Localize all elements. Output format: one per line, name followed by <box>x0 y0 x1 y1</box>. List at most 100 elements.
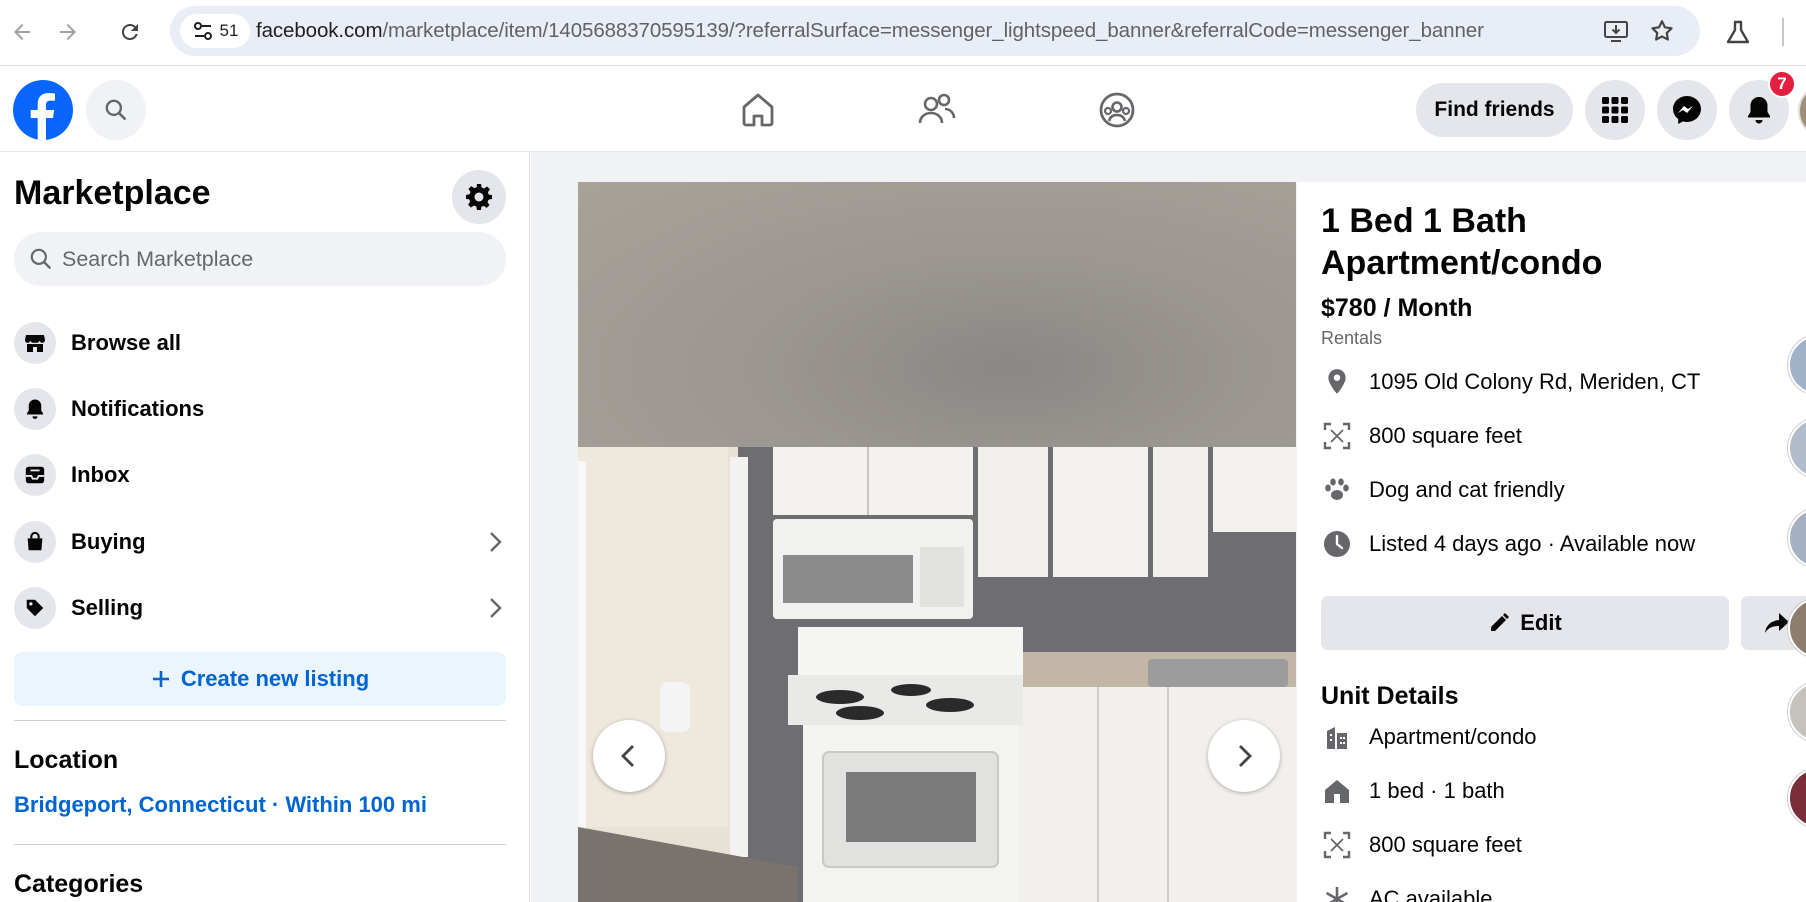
home-tab[interactable] <box>734 86 782 134</box>
listing-fact-row: 1095 Old Colony Rd, Meriden, CT <box>1321 366 1700 398</box>
sidebar-item-label: Inbox <box>71 462 130 487</box>
install-app-icon[interactable] <box>1602 17 1630 45</box>
building-icon <box>1321 721 1353 753</box>
sidebar-item-label: Buying <box>71 529 146 554</box>
labs-flask-icon[interactable] <box>1722 16 1754 48</box>
price-tag-icon <box>14 587 56 629</box>
listing-details-panel: 1 Bed 1 Bath Apartment/condo $780 / Mont… <box>1297 182 1806 902</box>
location-filter-link[interactable]: Bridgeport, Connecticut · Within 100 mi <box>14 792 427 818</box>
unit-detail-row: Apartment/condo <box>1321 721 1537 753</box>
chevron-right-icon <box>1230 742 1258 770</box>
sidebar-item-label: Selling <box>71 595 144 620</box>
bell-icon <box>1745 95 1773 125</box>
listing-fact-row: 800 square feet <box>1321 420 1522 452</box>
area-icon <box>1321 420 1353 452</box>
listing-fact-text: Dog and cat friendly <box>1369 477 1565 502</box>
messenger-icon <box>1671 94 1703 126</box>
blurred-photo-backdrop <box>578 182 1296 447</box>
share-arrow-icon <box>1763 611 1791 635</box>
next-photo-button[interactable] <box>1208 720 1280 792</box>
listing-category[interactable]: Rentals <box>1321 328 1382 349</box>
url-text[interactable]: facebook.com/marketplace/item/1405688370… <box>256 19 1484 43</box>
categories-heading: Categories <box>14 870 144 898</box>
unit-detail-row: 800 square feet <box>1321 829 1522 861</box>
sidebar-item-browse-all[interactable]: Browse all <box>14 315 506 371</box>
listing-fact-row: Listed 4 days ago · Available now <box>1321 528 1695 560</box>
unit-detail-text: 1 bed · 1 bath <box>1369 778 1505 803</box>
forward-icon[interactable] <box>50 14 86 50</box>
edit-label: Edit <box>1520 610 1562 635</box>
reload-icon[interactable] <box>112 14 148 50</box>
profile-avatar[interactable] <box>1798 84 1806 138</box>
previous-photo-button[interactable] <box>593 720 665 792</box>
chevron-left-icon <box>615 742 643 770</box>
facebook-header: Find friends 7 <box>0 66 1806 152</box>
menu-button[interactable] <box>1585 80 1645 140</box>
site-info-chip[interactable]: 51 <box>180 14 250 48</box>
sidebar-title: Marketplace <box>14 174 211 212</box>
address-bar[interactable]: 51 facebook.com/marketplace/item/1405688… <box>170 6 1700 56</box>
unit-details-heading: Unit Details <box>1321 682 1459 710</box>
sidebar-item-label: Browse all <box>71 330 182 355</box>
unit-detail-row: AC available <box>1321 883 1493 902</box>
listing-address[interactable]: 1095 Old Colony Rd, Meriden, CT <box>1369 369 1700 395</box>
marketplace-search[interactable] <box>14 232 506 286</box>
house-icon <box>1321 775 1353 807</box>
listing-fact-text: Listed 4 days ago · Available now <box>1369 531 1696 556</box>
sidebar-item-buying[interactable]: Buying <box>14 514 506 570</box>
sidebar-item-label: Notifications <box>71 396 205 421</box>
sidebar-item-selling[interactable]: Selling <box>14 580 506 636</box>
search-icon <box>103 97 129 123</box>
clock-icon <box>1321 528 1353 560</box>
unit-detail-row: 1 bed · 1 bath <box>1321 775 1505 807</box>
sidebar-item-inbox[interactable]: Inbox <box>14 447 506 503</box>
listing-fact-row: Dog and cat friendly <box>1321 474 1565 506</box>
bell-icon <box>14 388 56 430</box>
listing-fact-text: 800 square feet <box>1369 423 1522 448</box>
storefront-icon <box>14 322 56 364</box>
kitchen-photo <box>578 447 1296 902</box>
notification-count-badge: 7 <box>1768 70 1796 98</box>
messenger-button[interactable] <box>1657 80 1717 140</box>
snowflake-icon <box>1321 883 1353 902</box>
listing-photo-viewer <box>578 182 1296 902</box>
location-heading: Location <box>14 746 119 774</box>
facebook-search-button[interactable] <box>86 80 146 140</box>
create-listing-label: Create new listing <box>180 666 370 691</box>
groups-tab[interactable] <box>1093 86 1141 134</box>
groups-icon <box>1097 90 1137 130</box>
friends-icon <box>917 90 957 130</box>
unit-detail-text: 800 square feet <box>1369 832 1522 857</box>
facebook-logo-icon[interactable] <box>13 80 73 140</box>
browser-toolbar: 51 facebook.com/marketplace/item/1405688… <box>0 0 1806 66</box>
tab-count: 51 <box>219 21 239 40</box>
plus-icon <box>151 669 171 689</box>
marketplace-settings-button[interactable] <box>452 170 506 224</box>
chevron-right-icon <box>484 530 506 554</box>
friends-tab[interactable] <box>913 86 961 134</box>
shopping-bag-icon <box>14 521 56 563</box>
inbox-icon <box>14 454 56 496</box>
back-icon[interactable] <box>4 14 40 50</box>
find-friends-button[interactable]: Find friends <box>1416 83 1573 137</box>
home-icon <box>738 90 778 130</box>
marketplace-sidebar: Marketplace Browse all Notifications Inb… <box>0 152 530 902</box>
search-icon <box>28 246 54 272</box>
gear-icon <box>464 182 494 212</box>
search-marketplace-input[interactable] <box>62 232 492 286</box>
grid-menu-icon <box>1601 96 1629 124</box>
sidebar-divider <box>14 720 506 721</box>
unit-detail-text: Apartment/condo <box>1369 724 1537 749</box>
bookmark-star-icon[interactable] <box>1648 17 1676 45</box>
edit-listing-button[interactable]: Edit <box>1321 596 1729 650</box>
paw-icon <box>1321 474 1353 506</box>
toolbar-divider <box>1782 18 1784 46</box>
unit-detail-text: AC available <box>1369 886 1493 902</box>
sidebar-item-notifications[interactable]: Notifications <box>14 381 506 437</box>
create-new-listing-button[interactable]: Create new listing <box>14 652 506 706</box>
listing-title: 1 Bed 1 Bath Apartment/condo <box>1321 202 1603 282</box>
sidebar-divider <box>14 844 506 845</box>
pencil-icon <box>1488 612 1510 634</box>
tune-icon <box>192 20 214 42</box>
listing-price: $780 / Month <box>1321 294 1473 322</box>
